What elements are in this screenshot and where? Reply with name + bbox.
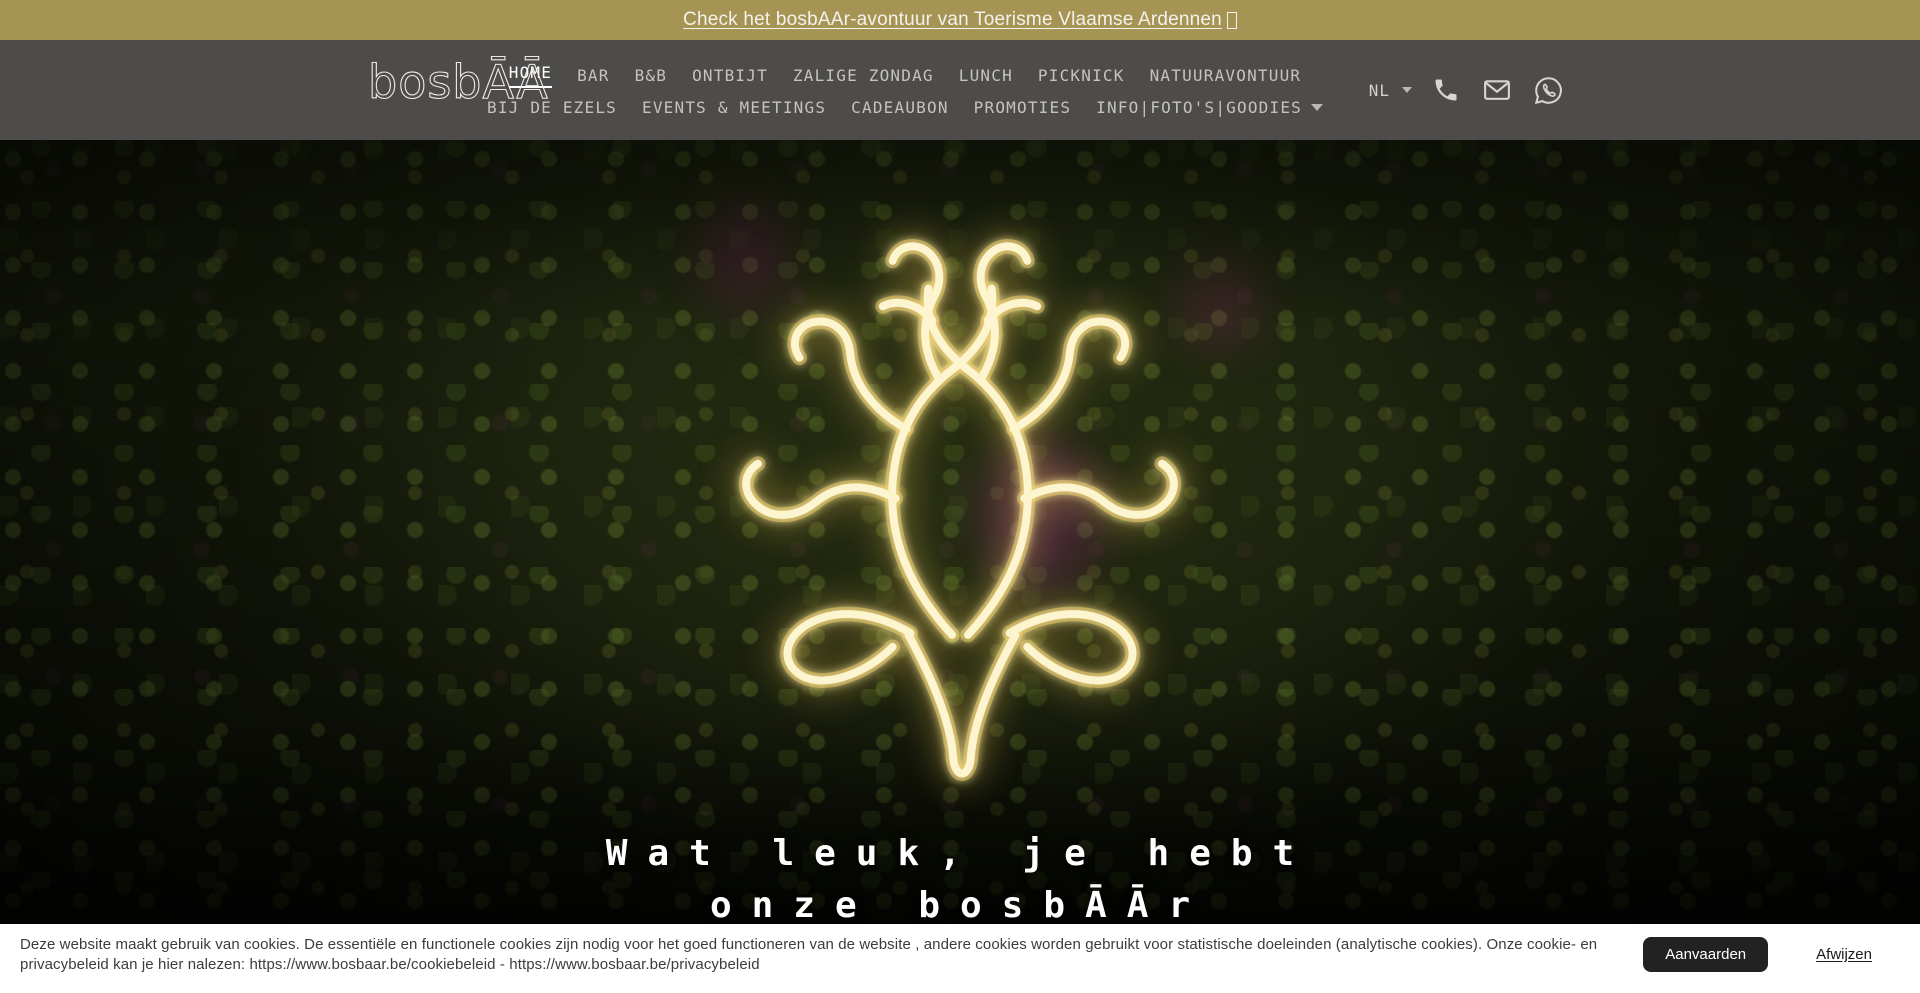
page: Check het bosbAAr-avontuur van Toerisme … — [0, 0, 1920, 993]
nav-item-zalige-zondag[interactable]: ZALIGE ZONDAG — [793, 66, 934, 85]
nav-item-natuuravontuur[interactable]: NATUURAVONTUUR — [1150, 66, 1302, 85]
mail-icon — [1482, 75, 1512, 105]
nav-item-home[interactable]: HOME — [509, 63, 552, 88]
chevron-down-icon — [1311, 104, 1323, 111]
phone-button[interactable] — [1429, 73, 1463, 107]
nav-item-ontbijt[interactable]: ONTBIJT — [692, 66, 768, 85]
promo-link[interactable]: Check het bosbAAr-avontuur van Toerisme … — [683, 9, 1237, 31]
hero-section: Wat leuk, je hebt onze bosbĀĀr — [0, 140, 1920, 993]
accept-cookies-button[interactable]: Aanvaarden — [1643, 937, 1768, 972]
promo-link-label: Check het bosbAAr-avontuur van Toerisme … — [683, 9, 1222, 31]
nav-item-bb[interactable]: B&B — [635, 66, 668, 85]
nav-utilities: NL — [1369, 40, 1565, 140]
nav-menus: HOME BAR B&B ONTBIJT ZALIGE ZONDAG LUNCH… — [480, 40, 1330, 140]
whatsapp-button[interactable] — [1531, 73, 1565, 107]
language-current: NL — [1369, 81, 1390, 100]
nav-row-2: BIJ DE EZELS EVENTS & MEETINGS CADEAUBON… — [487, 98, 1323, 117]
hero-heading-line1: Wat leuk, je hebt — [0, 828, 1920, 880]
hero-heading: Wat leuk, je hebt onze bosbĀĀr — [0, 828, 1920, 932]
cookie-banner: Deze website maakt gebruik van cookies. … — [0, 924, 1920, 993]
phone-icon — [1432, 76, 1460, 104]
nav-item-bij-de-ezels[interactable]: BIJ DE EZELS — [487, 98, 617, 117]
nav-row-1: HOME BAR B&B ONTBIJT ZALIGE ZONDAG LUNCH… — [509, 63, 1302, 88]
decline-cookies-link[interactable]: Afwijzen — [1816, 946, 1872, 963]
nav-item-info-fotos-goodies[interactable]: INFO|FOTO'S|GOODIES — [1096, 98, 1323, 117]
language-selector[interactable]: NL — [1369, 81, 1412, 100]
nav-item-picknick[interactable]: PICKNICK — [1038, 66, 1125, 85]
chevron-down-icon — [1402, 87, 1412, 93]
whatsapp-icon — [1533, 75, 1564, 106]
nav-item-lunch[interactable]: LUNCH — [959, 66, 1013, 85]
nav-item-info-fotos-goodies-label: INFO|FOTO'S|GOODIES — [1096, 98, 1302, 117]
nav-item-events-meetings[interactable]: EVENTS & MEETINGS — [642, 98, 826, 117]
promo-banner: Check het bosbAAr-avontuur van Toerisme … — [0, 0, 1920, 40]
nav-item-promoties[interactable]: PROMOTIES — [974, 98, 1072, 117]
nav-item-bar[interactable]: BAR — [577, 66, 610, 85]
email-button[interactable] — [1480, 73, 1514, 107]
cookie-message: Deze website maakt gebruik van cookies. … — [20, 935, 1621, 975]
main-navigation: bosbĀĀr HOME BAR B&B ONTBIJT ZALIGE ZOND… — [0, 40, 1920, 140]
missing-glyph-icon — [1227, 12, 1237, 29]
nav-item-cadeaubon[interactable]: CADEAUBON — [851, 98, 949, 117]
cookie-actions: Aanvaarden Afwijzen — [1643, 935, 1872, 972]
